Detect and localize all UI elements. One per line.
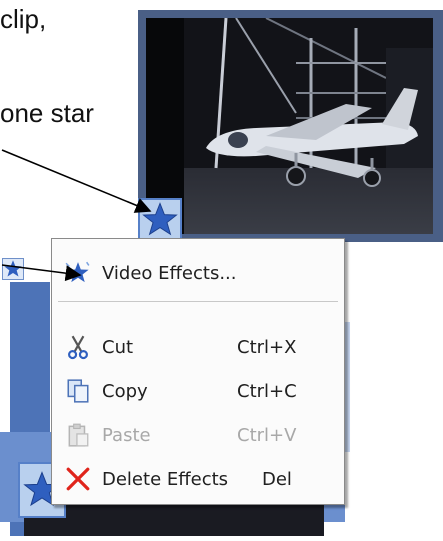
callout-arrows: [1, 149, 152, 282]
callout-arrow-star: [1, 149, 152, 213]
callout-arrow-menu: [1, 264, 82, 282]
